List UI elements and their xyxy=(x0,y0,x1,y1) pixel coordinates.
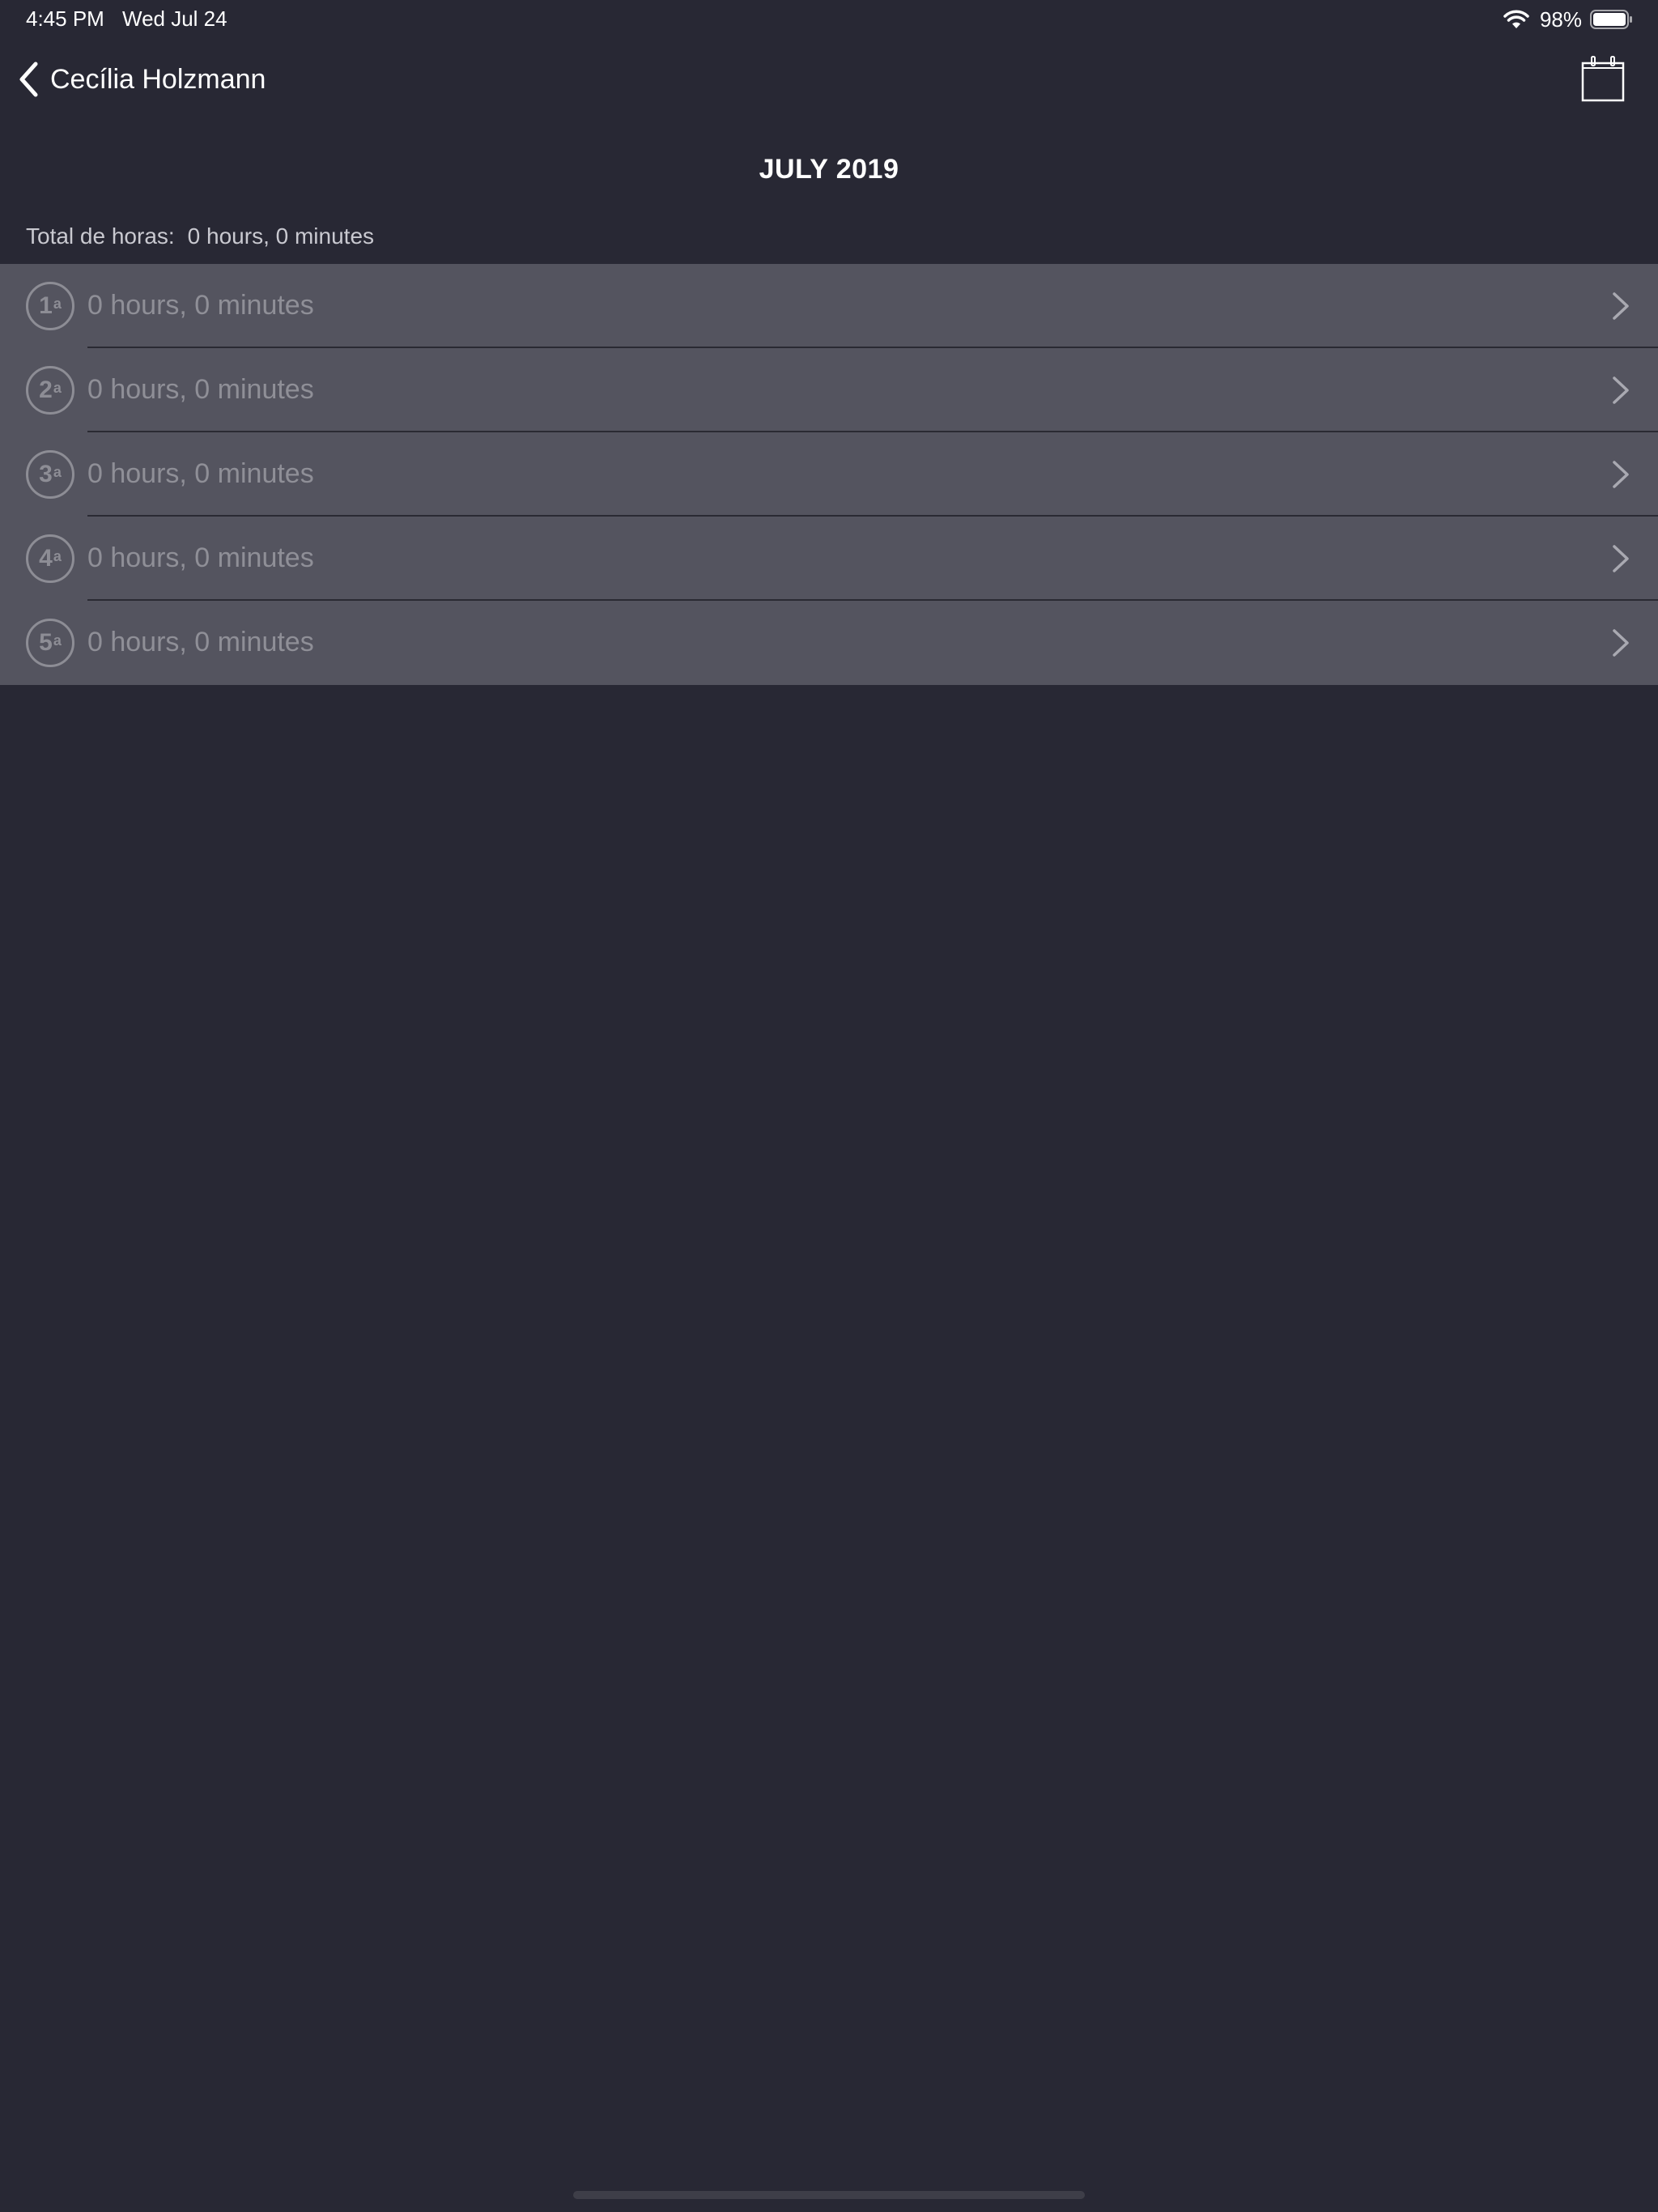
week-hours: 0 hours, 0 minutes xyxy=(87,542,314,573)
status-time: 4:45 PM xyxy=(26,6,104,31)
week-row-2[interactable]: 2a 0 hours, 0 minutes xyxy=(0,348,1658,432)
chevron-left-icon xyxy=(19,62,38,97)
chevron-right-icon xyxy=(1613,461,1629,488)
calendar-icon[interactable] xyxy=(1580,55,1626,104)
week-row-4[interactable]: 4a 0 hours, 0 minutes xyxy=(0,517,1658,601)
week-hours: 0 hours, 0 minutes xyxy=(87,290,314,321)
week-number-badge: 2a xyxy=(26,366,74,415)
week-row-5[interactable]: 5a 0 hours, 0 minutes xyxy=(0,601,1658,685)
week-ordinal: a xyxy=(53,463,62,480)
week-number-badge: 3a xyxy=(26,450,74,499)
battery-percentage: 98% xyxy=(1539,6,1582,32)
week-ordinal: a xyxy=(53,295,62,312)
status-indicators: 98% xyxy=(1503,6,1634,32)
total-hours-value: 0 hours, 0 minutes xyxy=(187,223,375,249)
wifi-icon xyxy=(1503,10,1529,28)
chevron-right-icon xyxy=(1613,292,1629,320)
week-ordinal: a xyxy=(53,547,62,564)
total-hours-label: Total de horas: xyxy=(26,223,175,249)
month-title: JULY 2019 xyxy=(759,154,899,185)
week-number: 1 xyxy=(39,292,53,319)
week-row-1[interactable]: 1a 0 hours, 0 minutes xyxy=(0,264,1658,348)
status-date: Wed Jul 24 xyxy=(122,6,227,31)
total-hours: Total de horas: 0 hours, 0 minutes xyxy=(26,223,374,249)
back-button-label: Cecília Holzmann xyxy=(50,63,266,95)
home-indicator[interactable] xyxy=(573,2191,1085,2199)
status-bar: 4:45 PM Wed Jul 24 98% xyxy=(0,0,1658,39)
chevron-right-icon xyxy=(1613,629,1629,657)
chevron-right-icon xyxy=(1613,545,1629,572)
weeks-list: 1a 0 hours, 0 minutes 2a 0 hours, 0 minu… xyxy=(0,264,1658,685)
week-number: 5 xyxy=(39,629,53,656)
battery-icon xyxy=(1590,10,1632,29)
week-number-badge: 5a xyxy=(26,619,74,667)
chevron-right-icon xyxy=(1613,376,1629,404)
week-hours: 0 hours, 0 minutes xyxy=(87,458,314,489)
week-row-3[interactable]: 3a 0 hours, 0 minutes xyxy=(0,432,1658,517)
week-number: 3 xyxy=(39,461,53,487)
week-hours: 0 hours, 0 minutes xyxy=(87,627,314,657)
week-ordinal: a xyxy=(53,632,62,649)
week-number: 4 xyxy=(39,545,53,572)
week-number: 2 xyxy=(39,376,53,403)
week-number-badge: 4a xyxy=(26,534,74,583)
back-button[interactable]: Cecília Holzmann xyxy=(18,57,266,102)
week-ordinal: a xyxy=(53,379,62,396)
week-hours: 0 hours, 0 minutes xyxy=(87,374,314,405)
navigation-bar: Cecília Holzmann xyxy=(0,49,1658,110)
week-number-badge: 1a xyxy=(26,282,74,330)
